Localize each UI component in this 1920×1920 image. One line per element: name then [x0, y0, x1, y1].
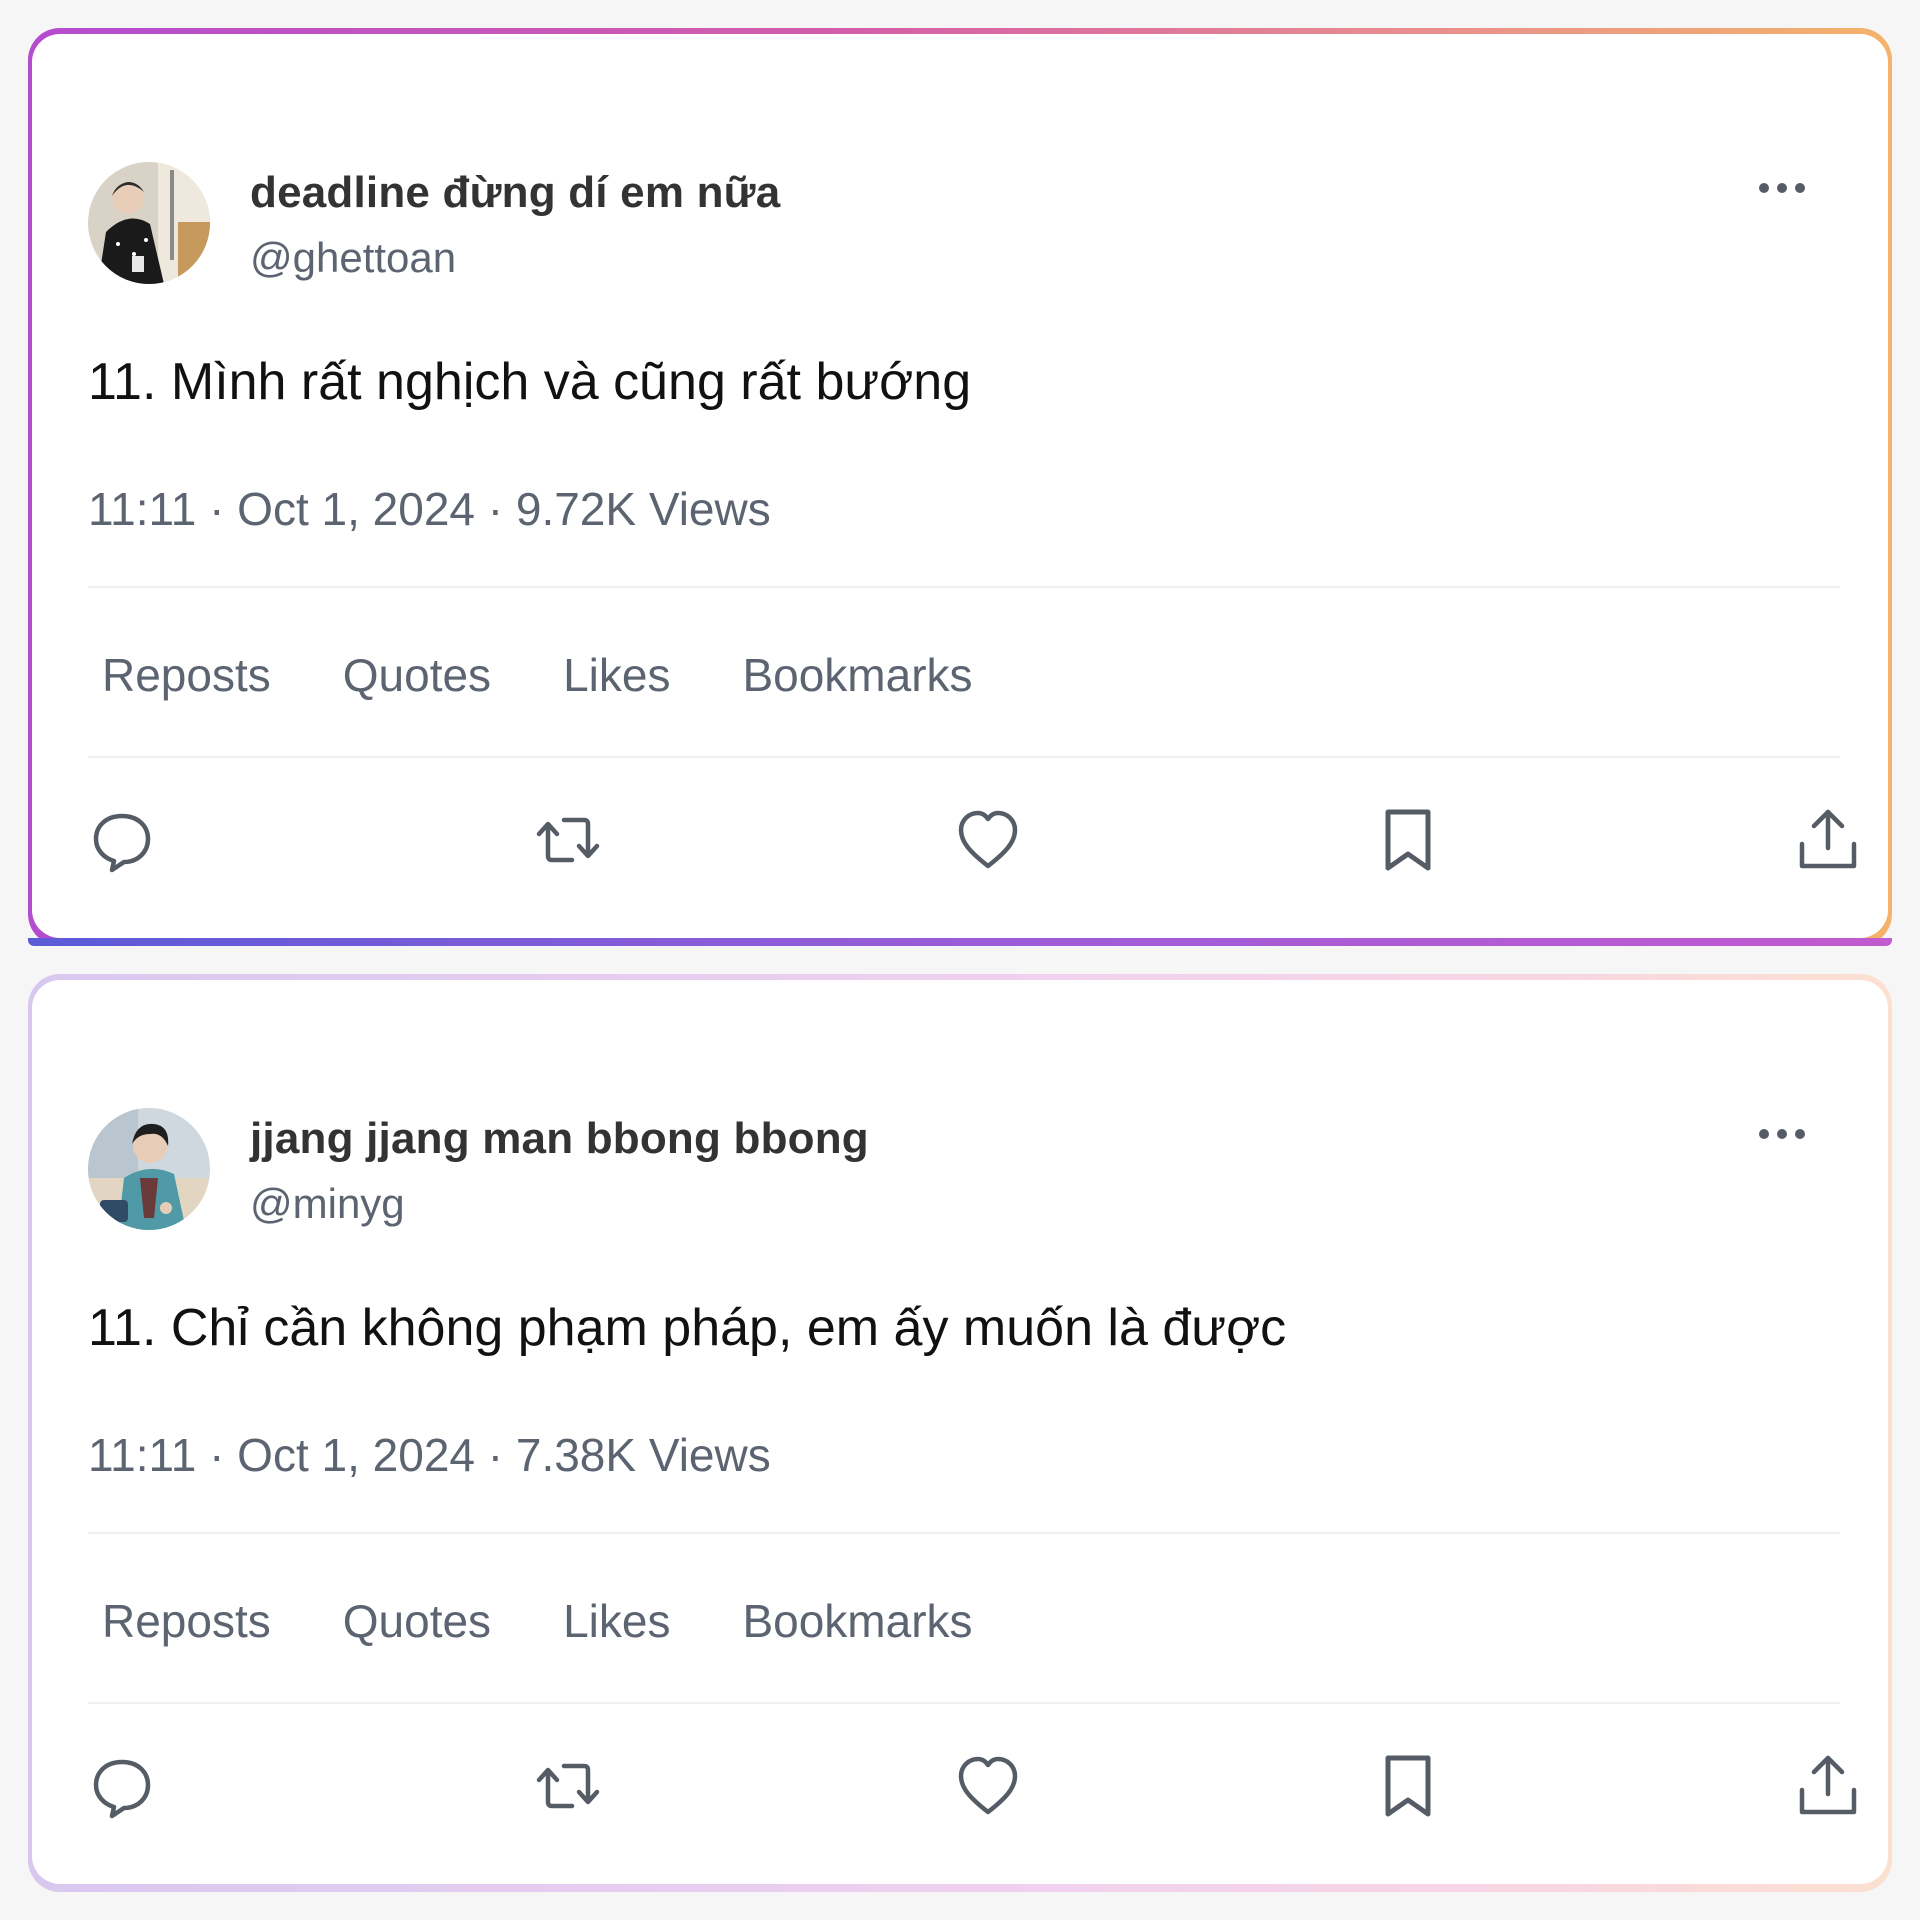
share-icon[interactable] — [1796, 804, 1860, 876]
tweet-header: jjang jjang man bbong bbong @minyg — [88, 1108, 1828, 1238]
reply-icon[interactable] — [90, 1750, 154, 1822]
stat-likes[interactable]: Likes — [563, 648, 670, 708]
avatar[interactable] — [88, 162, 210, 284]
reply-icon[interactable] — [90, 804, 154, 876]
tweet-meta: 11:11 · Oct 1, 2024 · 9.72K Views — [88, 483, 771, 535]
repost-icon[interactable] — [536, 804, 600, 876]
stat-reposts[interactable]: Reposts — [102, 648, 271, 708]
divider — [88, 586, 1840, 588]
divider — [88, 1532, 1840, 1534]
stat-quotes[interactable]: Quotes — [343, 1594, 491, 1654]
stat-likes[interactable]: Likes — [563, 1594, 670, 1654]
like-icon[interactable] — [956, 804, 1020, 876]
avatar[interactable] — [88, 1108, 210, 1230]
frame-bottom-border — [28, 938, 1892, 946]
tweet-meta: 11:11 · Oct 1, 2024 · 7.38K Views — [88, 1429, 771, 1481]
tweet-text: 11. Mình rất nghịch và cũng rất bướng — [88, 353, 972, 411]
tweet-card-frame: deadline đừng dí em nữa @ghettoan 11. Mì… — [28, 28, 1892, 946]
stat-reposts[interactable]: Reposts — [102, 1594, 271, 1654]
action-bar — [88, 804, 1857, 884]
user-handle[interactable]: @minyg — [250, 1180, 405, 1228]
tweet-text: 11. Chỉ cần không phạm pháp, em ấy muốn … — [88, 1299, 1287, 1357]
stat-bookmarks[interactable]: Bookmarks — [742, 1594, 972, 1654]
action-bar — [88, 1750, 1857, 1830]
user-handle[interactable]: @ghettoan — [250, 234, 456, 282]
engagement-stats: Reposts Quotes Likes Bookmarks — [102, 1594, 973, 1654]
bookmark-icon[interactable] — [1376, 804, 1440, 876]
more-icon[interactable] — [1756, 178, 1808, 198]
tweet-header: deadline đừng dí em nữa @ghettoan — [88, 162, 1828, 292]
stat-bookmarks[interactable]: Bookmarks — [742, 648, 972, 708]
tweet-card-frame: jjang jjang man bbong bbong @minyg 11. C… — [28, 974, 1892, 1892]
more-icon[interactable] — [1756, 1124, 1808, 1144]
divider — [88, 756, 1840, 758]
display-name[interactable]: jjang jjang man bbong bbong — [250, 1114, 869, 1164]
stat-quotes[interactable]: Quotes — [343, 648, 491, 708]
repost-icon[interactable] — [536, 1750, 600, 1822]
engagement-stats: Reposts Quotes Likes Bookmarks — [102, 648, 973, 708]
like-icon[interactable] — [956, 1750, 1020, 1822]
tweet-card: deadline đừng dí em nữa @ghettoan 11. Mì… — [32, 34, 1888, 938]
share-icon[interactable] — [1796, 1750, 1860, 1822]
display-name[interactable]: deadline đừng dí em nữa — [250, 168, 780, 218]
divider — [88, 1702, 1840, 1704]
tweet-card: jjang jjang man bbong bbong @minyg 11. C… — [32, 980, 1888, 1884]
bookmark-icon[interactable] — [1376, 1750, 1440, 1822]
